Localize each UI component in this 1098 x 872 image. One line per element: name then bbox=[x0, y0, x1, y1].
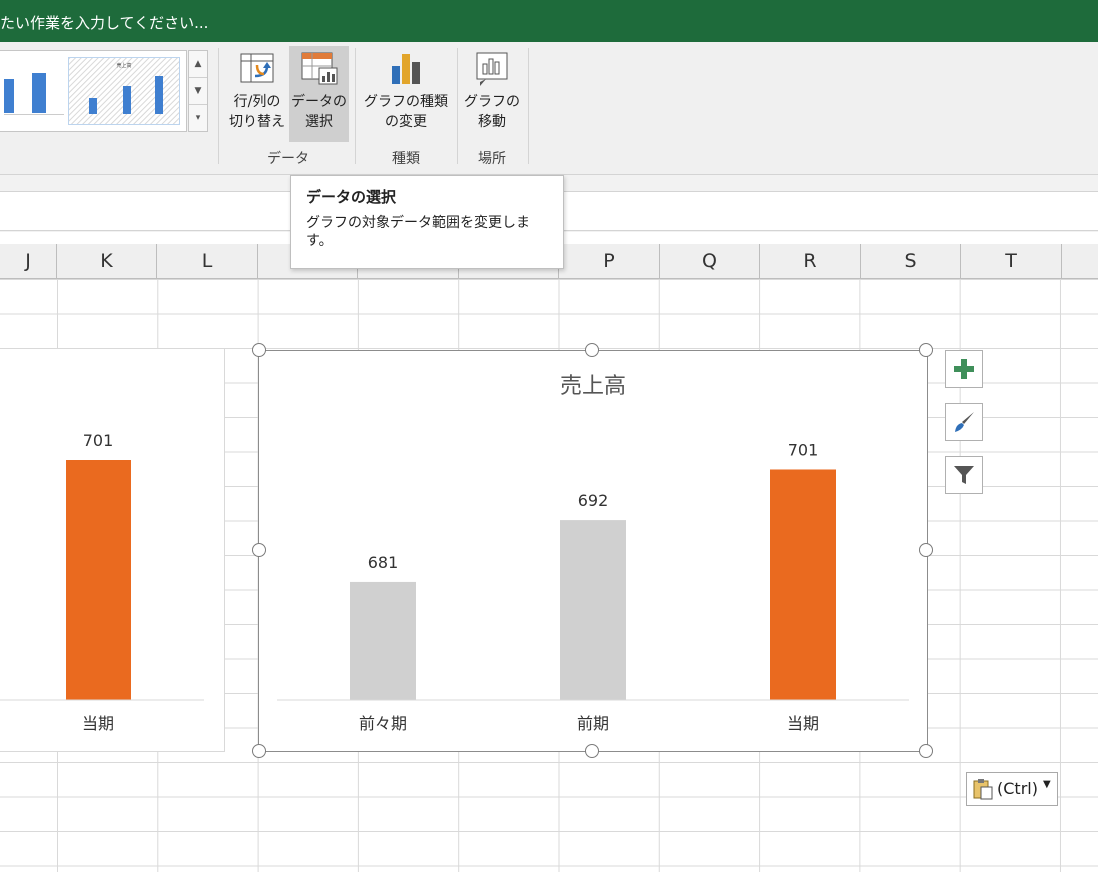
chart-style-thumbnail-2[interactable]: 売上高 bbox=[68, 57, 180, 125]
chart-style-thumbnail-1[interactable] bbox=[4, 57, 64, 123]
data-group-label: データ bbox=[267, 151, 309, 167]
column-header[interactable]: P bbox=[559, 244, 660, 278]
column-header[interactable]: T bbox=[961, 244, 1062, 278]
left-chart-data-label: 701 bbox=[83, 431, 114, 450]
switch-row-column-label: 行/列の 切り替え bbox=[229, 94, 285, 130]
tell-me-search[interactable]: たい作業を入力してください... bbox=[0, 12, 208, 33]
category-label: 当期 bbox=[787, 714, 819, 733]
select-data-label: データの 選択 bbox=[291, 94, 347, 130]
column-header[interactable]: R bbox=[760, 244, 861, 278]
paintbrush-icon bbox=[955, 412, 974, 432]
category-label: 前期 bbox=[577, 714, 609, 733]
chart-left[interactable]: 701 当期 bbox=[0, 348, 225, 752]
select-data-icon bbox=[301, 52, 338, 85]
column-header[interactable]: J bbox=[0, 244, 57, 278]
column-header[interactable]: L bbox=[157, 244, 258, 278]
resize-handle-bottom-right[interactable] bbox=[919, 744, 933, 758]
resize-handle-right[interactable] bbox=[919, 543, 933, 557]
title-bar: たい作業を入力してください... bbox=[0, 0, 1098, 42]
chart-bar[interactable] bbox=[560, 520, 626, 700]
left-chart-bar bbox=[66, 460, 131, 700]
move-chart-label: グラフの 移動 bbox=[464, 94, 520, 130]
chart-bar[interactable] bbox=[770, 469, 836, 700]
change-chart-type-label: グラフの種類 の変更 bbox=[364, 94, 448, 130]
column-header[interactable]: Q bbox=[660, 244, 760, 278]
switch-row-column-icon bbox=[240, 53, 274, 83]
chart-styles-button[interactable] bbox=[945, 403, 983, 441]
change-chart-type-button[interactable]: グラフの種類 の変更 bbox=[360, 46, 452, 142]
group-separator bbox=[355, 48, 356, 164]
location-group-label: 場所 bbox=[478, 151, 506, 167]
switch-row-column-button[interactable]: 行/列の 切り替え bbox=[226, 46, 288, 142]
resize-handle-top-left[interactable] bbox=[252, 343, 266, 357]
group-separator bbox=[528, 48, 529, 164]
resize-handle-top-right[interactable] bbox=[919, 343, 933, 357]
data-label: 701 bbox=[788, 440, 819, 459]
chevron-down-icon: ▼ bbox=[1043, 779, 1051, 790]
chart-bar[interactable] bbox=[350, 581, 416, 700]
tooltip: データの選択 グラフの対象データ範囲を変更します。 bbox=[290, 175, 564, 269]
chart-style-gallery[interactable]: 売上高 bbox=[0, 50, 187, 132]
tooltip-description: グラフの対象データ範囲を変更します。 bbox=[306, 215, 530, 249]
sales-chart-svg: 売上高 681 前々期 692 前期 701 当期 bbox=[277, 374, 909, 733]
data-label: 692 bbox=[578, 491, 609, 510]
category-label: 前々期 bbox=[359, 714, 407, 733]
group-separator bbox=[457, 48, 458, 164]
chart-filters-button[interactable] bbox=[945, 456, 983, 494]
data-label: 681 bbox=[368, 553, 399, 572]
paste-options-button[interactable]: (Ctrl) ▼ bbox=[966, 772, 1058, 806]
gallery-scroll[interactable]: ▲ ▼ ▾ bbox=[188, 50, 208, 132]
left-chart-category-label: 当期 bbox=[82, 714, 114, 733]
clipboard-icon bbox=[973, 779, 993, 800]
column-header[interactable]: S bbox=[861, 244, 961, 278]
chart-sales[interactable]: 売上高 681 前々期 692 前期 701 当期 bbox=[258, 350, 928, 752]
gallery-down-arrow[interactable]: ▼ bbox=[189, 78, 207, 105]
filter-icon bbox=[954, 466, 974, 484]
group-separator bbox=[218, 48, 219, 164]
type-group-label: 種類 bbox=[392, 151, 420, 167]
tooltip-title: データの選択 bbox=[306, 188, 397, 206]
column-header[interactable]: K bbox=[57, 244, 157, 278]
select-data-button[interactable]: データの 選択 bbox=[289, 46, 349, 142]
resize-handle-bottom-left[interactable] bbox=[252, 744, 266, 758]
move-chart-icon bbox=[476, 52, 508, 86]
thumbnail-title: 売上高 bbox=[116, 62, 131, 69]
left-chart-svg: 701 当期 bbox=[0, 431, 204, 733]
resize-handle-top[interactable] bbox=[585, 343, 599, 357]
chart-elements-button[interactable] bbox=[945, 350, 983, 388]
change-chart-type-icon bbox=[392, 54, 420, 84]
ribbon: 売上高 ▲ ▼ ▾ 行/列の 切り替え データの 選択 データ グラフの種類 の… bbox=[0, 42, 1098, 175]
chart-title: 売上高 bbox=[560, 374, 626, 399]
gallery-more-arrow[interactable]: ▾ bbox=[189, 105, 207, 131]
gallery-up-arrow[interactable]: ▲ bbox=[189, 51, 207, 78]
resize-handle-bottom[interactable] bbox=[585, 744, 599, 758]
paste-options-label: (Ctrl) bbox=[997, 779, 1038, 798]
move-chart-button[interactable]: グラフの 移動 bbox=[462, 46, 522, 142]
plus-icon bbox=[954, 359, 974, 379]
resize-handle-left[interactable] bbox=[252, 543, 266, 557]
